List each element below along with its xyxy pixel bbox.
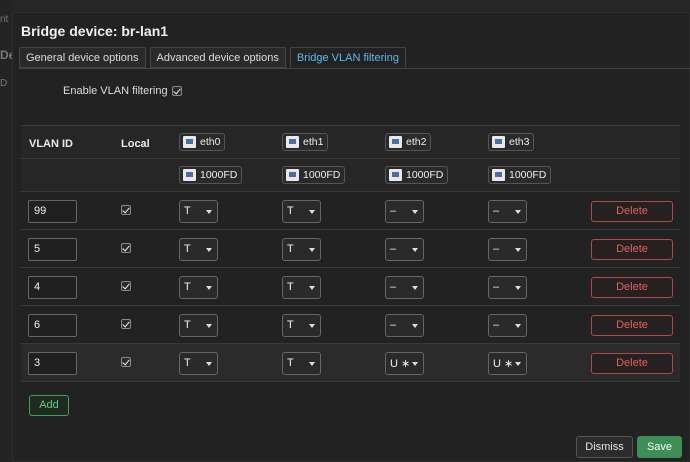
table-row: 5 T T – – Delete bbox=[21, 229, 680, 267]
chevron-down-icon bbox=[206, 210, 212, 214]
chevron-down-icon bbox=[309, 324, 315, 328]
chevron-down-icon bbox=[412, 248, 418, 252]
port-select-eth3[interactable]: – bbox=[488, 276, 527, 299]
background-page-header bbox=[0, 0, 690, 12]
dismiss-button[interactable]: Dismiss bbox=[576, 436, 633, 458]
chevron-down-icon bbox=[515, 210, 521, 214]
chevron-down-icon bbox=[309, 248, 315, 252]
chevron-down-icon bbox=[309, 362, 315, 366]
delete-button[interactable]: Delete bbox=[591, 353, 673, 374]
table-row: 6 T T – – Delete bbox=[21, 305, 680, 343]
vlan-id-input[interactable]: 4 bbox=[28, 276, 77, 299]
background-page-side: nt De D bbox=[0, 0, 15, 462]
vlan-id-input[interactable]: 3 bbox=[28, 352, 77, 375]
port-select-eth2[interactable]: – bbox=[385, 276, 424, 299]
port-speed-eth0: 1000FD bbox=[179, 166, 243, 184]
chevron-down-icon bbox=[515, 324, 521, 328]
add-button[interactable]: Add bbox=[29, 395, 69, 416]
port-header-eth3: eth3 bbox=[488, 133, 535, 151]
port-header-eth2: eth2 bbox=[385, 133, 432, 151]
table-row: 4 T T – – Delete bbox=[21, 267, 680, 305]
port-speed-eth2: 1000FD bbox=[385, 166, 449, 184]
enable-vlan-filtering-label: Enable VLAN filtering bbox=[63, 85, 168, 97]
port-select-eth2[interactable]: – bbox=[385, 238, 424, 261]
delete-button[interactable]: Delete bbox=[591, 315, 673, 336]
vlan-id-input[interactable]: 99 bbox=[28, 200, 77, 223]
port-speed-eth3: 1000FD bbox=[488, 166, 552, 184]
network-port-icon bbox=[286, 136, 299, 148]
port-select-eth2[interactable]: – bbox=[385, 200, 424, 223]
save-button[interactable]: Save bbox=[637, 436, 682, 458]
local-checkbox[interactable] bbox=[121, 243, 131, 253]
background-text: D bbox=[0, 78, 8, 89]
modal-title: Bridge device: br-lan1 bbox=[21, 23, 169, 39]
port-header-eth1: eth1 bbox=[282, 133, 329, 151]
tab-advanced-device-options[interactable]: Advanced device options bbox=[149, 47, 286, 68]
port-select-eth1[interactable]: T bbox=[282, 276, 321, 299]
local-checkbox[interactable] bbox=[121, 357, 131, 367]
table-speed-row: 1000FD 1000FD 1000FD 1000FD bbox=[21, 158, 680, 191]
table-row: 3 T T U ∗ U ∗ Delete bbox=[21, 343, 680, 381]
table-bottom-border bbox=[21, 381, 680, 382]
chevron-down-icon bbox=[412, 324, 418, 328]
chevron-down-icon bbox=[206, 324, 212, 328]
delete-button[interactable]: Delete bbox=[591, 239, 673, 260]
port-select-eth3[interactable]: – bbox=[488, 200, 527, 223]
port-select-eth0[interactable]: T bbox=[179, 352, 218, 375]
vlan-id-input[interactable]: 5 bbox=[28, 238, 77, 261]
network-port-icon bbox=[389, 136, 402, 148]
chevron-down-icon bbox=[515, 286, 521, 290]
network-port-icon bbox=[492, 136, 505, 148]
port-select-eth3[interactable]: – bbox=[488, 238, 527, 261]
port-select-eth3[interactable]: – bbox=[488, 314, 527, 337]
header-vlan-id: VLAN ID bbox=[29, 138, 73, 150]
background-text: nt bbox=[0, 14, 9, 25]
link-speed-icon bbox=[389, 169, 402, 181]
port-select-eth2[interactable]: U ∗ bbox=[385, 352, 424, 375]
enable-vlan-filtering-checkbox[interactable] bbox=[172, 86, 182, 96]
chevron-down-icon bbox=[309, 286, 315, 290]
port-select-eth1[interactable]: T bbox=[282, 352, 321, 375]
chevron-down-icon bbox=[412, 210, 418, 214]
link-speed-icon bbox=[492, 169, 505, 181]
chevron-down-icon bbox=[206, 248, 212, 252]
tab-bar: General device options Advanced device o… bbox=[19, 47, 410, 69]
bridge-device-modal: Bridge device: br-lan1 General device op… bbox=[12, 12, 690, 462]
vlan-id-input[interactable]: 6 bbox=[28, 314, 77, 337]
port-speed-eth1: 1000FD bbox=[282, 166, 346, 184]
port-header-eth0: eth0 bbox=[179, 133, 226, 151]
table-header-row: VLAN ID Local eth0 eth1 eth2 eth3 bbox=[21, 125, 680, 158]
tab-divider bbox=[19, 68, 690, 69]
chevron-down-icon bbox=[515, 248, 521, 252]
port-select-eth0[interactable]: T bbox=[179, 314, 218, 337]
port-select-eth0[interactable]: T bbox=[179, 238, 218, 261]
local-checkbox[interactable] bbox=[121, 205, 131, 215]
local-checkbox[interactable] bbox=[121, 281, 131, 291]
chevron-down-icon bbox=[206, 362, 212, 366]
enable-vlan-filtering-row: Enable VLAN filtering bbox=[63, 85, 168, 97]
delete-button[interactable]: Delete bbox=[591, 201, 673, 222]
link-speed-icon bbox=[286, 169, 299, 181]
port-select-eth3[interactable]: U ∗ bbox=[488, 352, 527, 375]
port-select-eth1[interactable]: T bbox=[282, 238, 321, 261]
port-select-eth1[interactable]: T bbox=[282, 314, 321, 337]
link-speed-icon bbox=[183, 169, 196, 181]
tab-general-device-options[interactable]: General device options bbox=[19, 47, 146, 68]
chevron-down-icon bbox=[412, 362, 418, 366]
header-local: Local bbox=[121, 138, 150, 150]
port-select-eth0[interactable]: T bbox=[179, 276, 218, 299]
chevron-down-icon bbox=[412, 286, 418, 290]
chevron-down-icon bbox=[515, 362, 521, 366]
table-row: 99 T T – – Delete bbox=[21, 191, 680, 229]
tab-bridge-vlan-filtering[interactable]: Bridge VLAN filtering bbox=[289, 47, 406, 68]
local-checkbox[interactable] bbox=[121, 319, 131, 329]
chevron-down-icon bbox=[309, 210, 315, 214]
network-port-icon bbox=[183, 136, 196, 148]
port-select-eth0[interactable]: T bbox=[179, 200, 218, 223]
port-select-eth1[interactable]: T bbox=[282, 200, 321, 223]
delete-button[interactable]: Delete bbox=[591, 277, 673, 298]
chevron-down-icon bbox=[206, 286, 212, 290]
port-select-eth2[interactable]: – bbox=[385, 314, 424, 337]
